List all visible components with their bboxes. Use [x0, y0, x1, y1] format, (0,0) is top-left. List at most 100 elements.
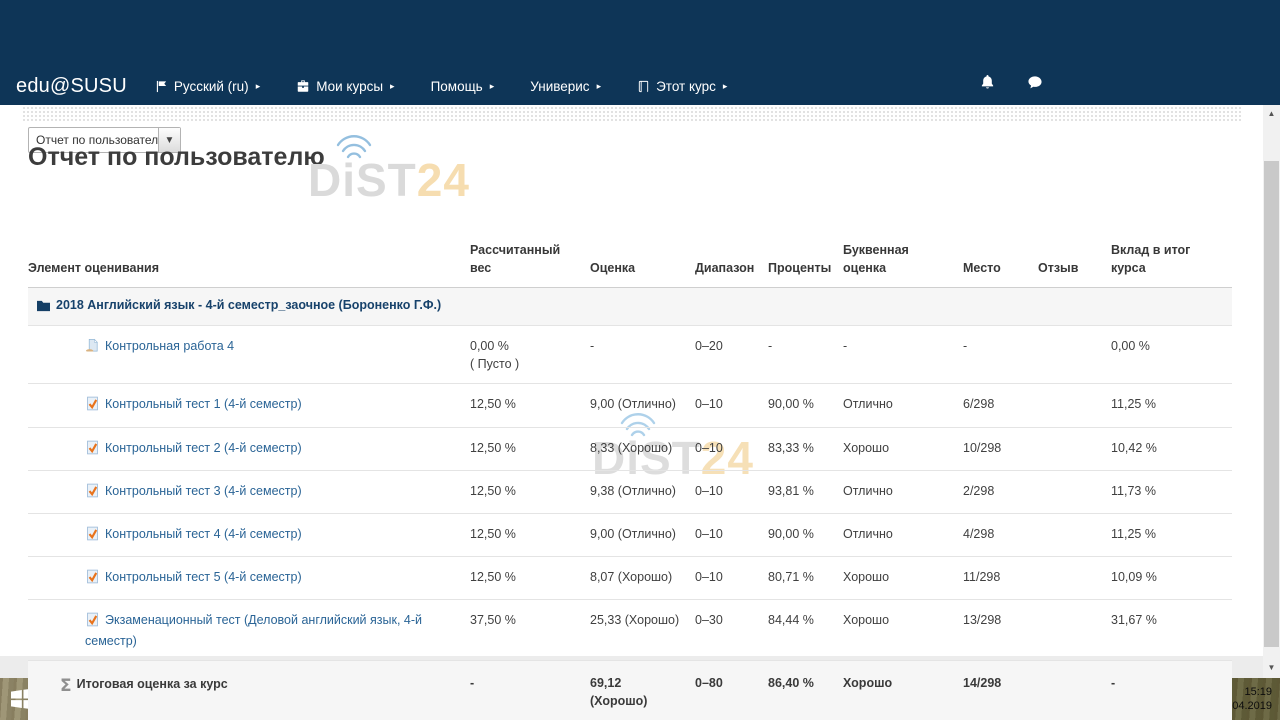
grade-cell: 12,50 % [470, 427, 590, 470]
nav-item-label: Помощь [431, 79, 483, 94]
page-title: Отчет по пользователю [28, 143, 325, 172]
page-scrollbar[interactable]: ▲ ▼ [1263, 105, 1280, 678]
column-header: Буквенная оценка [843, 224, 963, 288]
grade-cell [1038, 600, 1111, 661]
table-row: Контрольный тест 4 (4-й семестр) 12,50 %9… [28, 513, 1232, 556]
column-header: Проценты [768, 224, 843, 288]
flag-icon [155, 80, 168, 93]
nav-menu-item[interactable]: Русский (ru)▸ [155, 79, 260, 94]
column-header: Место [963, 224, 1038, 288]
column-header: Элемент оценивания [28, 224, 470, 288]
grade-item-link[interactable]: Контрольная работа 4 [105, 339, 234, 353]
nav-menu-item[interactable]: Помощь▸ [431, 79, 495, 94]
table-header-row: Элемент оцениванияРассчитанный весОценка… [28, 224, 1232, 288]
grade-cell [843, 288, 963, 326]
grade-item-link[interactable]: Контрольный тест 3 (4-й семестр) [105, 484, 302, 498]
grade-cell: 6/298 [963, 384, 1038, 427]
grade-cell: 37,50 % [470, 600, 590, 661]
screen: edu@SUSU Русский (ru)▸Мои курсы▸Помощь▸У… [0, 0, 1280, 720]
chat-icon[interactable] [1027, 75, 1043, 90]
nav-item-label: Этот курс [656, 79, 716, 94]
column-header: Вклад в итог курса [1111, 224, 1232, 288]
table-row: Экзаменационный тест (Деловой английский… [28, 600, 1232, 661]
grade-cell [768, 288, 843, 326]
wifi-arcs-icon [332, 135, 378, 165]
grade-cell: 0–10 [695, 513, 768, 556]
table-row: 2018 Английский язык - 4-й семестр_заочн… [28, 288, 1232, 326]
grade-cell: 9,00 (Отлично) [590, 513, 695, 556]
book-icon [637, 80, 650, 93]
grade-cell: Отлично [843, 513, 963, 556]
grade-cell: Отлично [843, 384, 963, 427]
grade-cell: 31,67 % [1111, 600, 1232, 661]
grade-cell: 0,00 % [1111, 326, 1232, 384]
grade-item-link[interactable]: Контрольный тест 1 (4-й семестр) [105, 397, 302, 411]
grade-cell: 69,12 (Хорошо) [590, 661, 695, 720]
grade-cell: - [1111, 661, 1232, 720]
scrollbar-thumb[interactable] [1264, 161, 1279, 647]
bell-icon[interactable] [980, 74, 995, 90]
grade-cell: - [768, 326, 843, 384]
table-row: Контрольный тест 2 (4-й семестр)12,50 %8… [28, 427, 1232, 470]
grade-cell: 11,25 % [1111, 384, 1232, 427]
grade-cell [1038, 384, 1111, 427]
table-row: ΣИтоговая оценка за курс-69,12 (Хорошо)0… [28, 661, 1232, 720]
grade-cell [1038, 326, 1111, 384]
grade-cell: 12,50 % [470, 556, 590, 599]
grade-cell [1038, 427, 1111, 470]
site-logo[interactable]: edu@SUSU [16, 75, 127, 98]
grade-cell [1038, 556, 1111, 599]
grade-cell: 8,07 (Хорошо) [590, 556, 695, 599]
scroll-up-icon[interactable]: ▲ [1263, 106, 1280, 121]
grade-cell: 10,09 % [1111, 556, 1232, 599]
column-header: Отзыв [1038, 224, 1111, 288]
quiz-icon [85, 440, 100, 460]
grade-cell: - [470, 661, 590, 720]
grade-cell: 25,33 (Хорошо) [590, 600, 695, 661]
grade-item-link[interactable]: Контрольный тест 2 (4-й семестр) [105, 441, 302, 455]
grade-item-link[interactable]: Экзаменационный тест (Деловой английский… [85, 613, 422, 648]
nav-item-label: Мои курсы [316, 79, 383, 94]
grade-cell: Хорошо [843, 661, 963, 720]
caret-right-icon: ▸ [597, 81, 602, 92]
grade-cell [963, 288, 1038, 326]
grade-cell: 93,81 % [768, 470, 843, 513]
grades-table: Элемент оцениванияРассчитанный весОценка… [28, 224, 1232, 720]
grade-cell [590, 288, 695, 326]
scroll-down-icon[interactable]: ▼ [1263, 660, 1280, 675]
grade-cell: 2/298 [963, 470, 1038, 513]
folder-icon [36, 299, 51, 317]
grade-cell: 9,00 (Отлично) [590, 384, 695, 427]
nav-item-label: Универис [530, 79, 589, 94]
grade-cell: - [590, 326, 695, 384]
grade-cell: Хорошо [843, 556, 963, 599]
grade-cell: 14/298 [963, 661, 1038, 720]
quiz-icon [85, 569, 100, 589]
grade-cell: Хорошо [843, 427, 963, 470]
grade-item-link[interactable]: Контрольный тест 5 (4-й семестр) [105, 570, 302, 584]
top-navbar: edu@SUSU Русский (ru)▸Мои курсы▸Помощь▸У… [0, 0, 1280, 105]
column-header: Рассчитанный вес [470, 224, 590, 288]
nav-menu-item[interactable]: Этот курс▸ [637, 79, 727, 94]
grade-cell: 0,00 % ( Пусто ) [470, 326, 590, 384]
grade-item-link[interactable]: Контрольный тест 4 (4-й семестр) [105, 527, 302, 541]
grade-cell [1038, 513, 1111, 556]
grade-cell: 4/298 [963, 513, 1038, 556]
table-row: Контрольный тест 5 (4-й семестр)12,50 %8… [28, 556, 1232, 599]
grade-cell: 80,71 % [768, 556, 843, 599]
grade-cell: Отлично [843, 470, 963, 513]
grade-cell: 12,50 % [470, 513, 590, 556]
grade-cell [1038, 470, 1111, 513]
briefcase-icon [296, 80, 310, 93]
grade-cell: 86,40 % [768, 661, 843, 720]
assignment-icon [85, 338, 100, 358]
caret-right-icon: ▸ [390, 81, 395, 92]
grade-cell: Хорошо [843, 600, 963, 661]
grade-cell: 11,73 % [1111, 470, 1232, 513]
nav-menu-item[interactable]: Универис ▸ [530, 79, 601, 94]
nav-menu-item[interactable]: Мои курсы ▸ [296, 79, 394, 94]
grade-cell: - [963, 326, 1038, 384]
grade-cell [1111, 288, 1232, 326]
table-row: Контрольный тест 1 (4-й семестр)12,50 %9… [28, 384, 1232, 427]
grade-cell: 0–10 [695, 470, 768, 513]
